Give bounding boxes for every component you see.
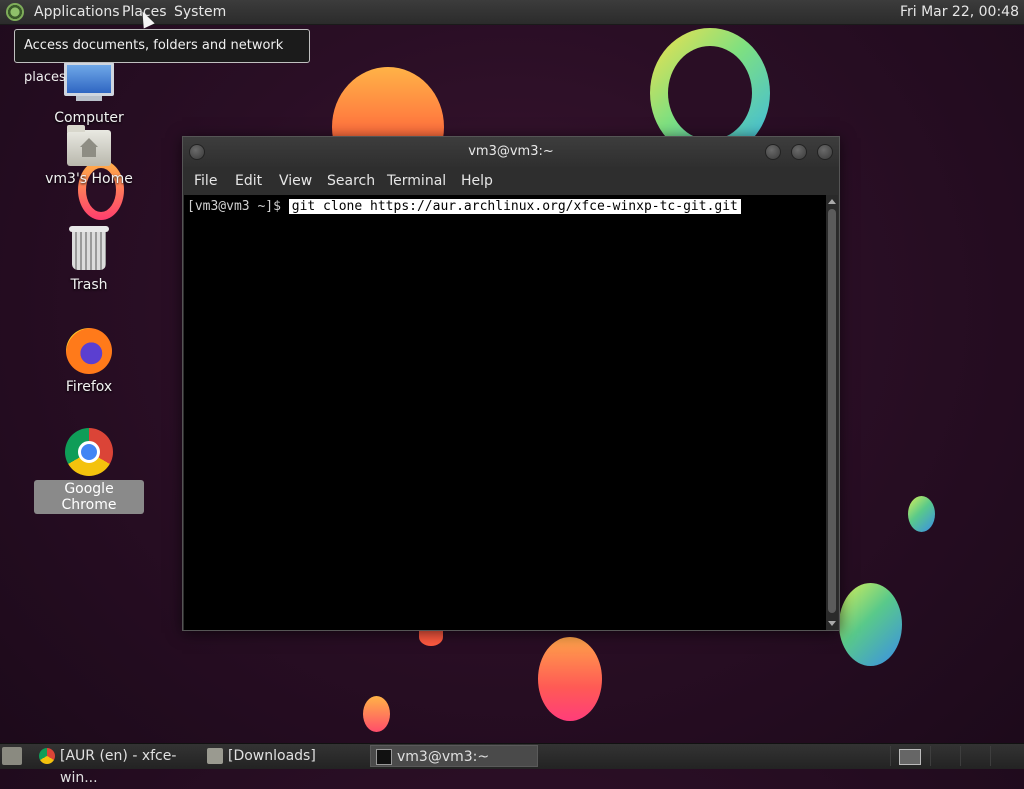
terminal-scrollbar[interactable] <box>826 195 838 630</box>
scroll-up-arrow-icon[interactable] <box>828 199 836 204</box>
scroll-thumb[interactable] <box>828 209 836 613</box>
menu-terminal[interactable]: Terminal <box>387 173 446 189</box>
window-menu-button[interactable] <box>189 144 205 160</box>
terminal-window[interactable]: vm3@vm3:~ File Edit View Search Terminal… <box>182 136 840 631</box>
menu-system[interactable]: System <box>174 4 226 20</box>
taskbar-item-chrome[interactable]: [AUR (en) - xfce-win... <box>34 745 199 786</box>
folder-icon <box>207 748 223 764</box>
workspace-slot[interactable] <box>930 746 961 766</box>
menu-applications[interactable]: Applications <box>34 4 120 20</box>
taskbar-item-label: vm3@vm3:~ <box>397 749 490 765</box>
taskbar-item-label: [Downloads] <box>228 748 316 764</box>
chrome-icon <box>65 428 113 476</box>
workspace-slot[interactable] <box>960 746 991 766</box>
terminal-line: [vm3@vm3 ~]$ git clone https://aur.archl… <box>187 199 741 214</box>
taskbar-item-label: [AUR (en) - xfce-win... <box>60 748 177 786</box>
menu-search[interactable]: Search <box>327 173 375 189</box>
terminal-menubar: File Edit View Search Terminal Help <box>183 167 839 195</box>
chrome-icon <box>39 748 55 764</box>
shell-prompt: [vm3@vm3 ~]$ <box>187 199 289 214</box>
menu-edit[interactable]: Edit <box>235 173 262 189</box>
workspace-switcher[interactable] <box>899 749 921 765</box>
clock[interactable]: Fri Mar 22, 00:48 <box>900 4 1019 20</box>
menu-help[interactable]: Help <box>461 173 493 189</box>
close-button[interactable] <box>817 144 833 160</box>
trash-icon <box>69 226 109 270</box>
wallpaper-blob <box>538 637 602 721</box>
computer-icon <box>64 62 114 96</box>
desktop-icon-home[interactable]: vm3's Home <box>34 125 144 188</box>
terminal-output[interactable]: [vm3@vm3 ~]$ git clone https://aur.archl… <box>184 195 827 630</box>
menu-view[interactable]: View <box>279 173 312 189</box>
wallpaper-blob <box>839 583 902 666</box>
home-folder-icon <box>67 125 111 166</box>
minimize-button[interactable] <box>765 144 781 160</box>
desktop-icon-trash[interactable]: Trash <box>34 226 144 294</box>
taskbar-item-downloads[interactable]: [Downloads] <box>202 745 367 767</box>
maximize-button[interactable] <box>791 144 807 160</box>
window-title: vm3@vm3:~ <box>468 144 554 159</box>
distro-logo-icon[interactable] <box>6 3 24 21</box>
wallpaper-blob <box>363 696 390 732</box>
desktop-icon-firefox[interactable]: Firefox <box>34 326 144 396</box>
desktop-icon-label: Computer <box>54 110 124 126</box>
bottom-panel: [AUR (en) - xfce-win... [Downloads] vm3@… <box>0 743 1024 786</box>
desktop-icon-label: vm3's Home <box>45 171 133 187</box>
window-titlebar[interactable]: vm3@vm3:~ <box>183 137 839 167</box>
desktop-icon-label: Trash <box>70 277 108 293</box>
scroll-down-arrow-icon[interactable] <box>828 621 836 626</box>
desktop-icon-label: Google Chrome <box>34 480 144 514</box>
places-tooltip: Access documents, folders and network pl… <box>14 29 310 85</box>
wallpaper-blob <box>908 496 935 532</box>
desktop-icon-label: Firefox <box>65 379 113 395</box>
show-desktop-icon[interactable] <box>2 747 22 765</box>
desktop-icon-chrome[interactable]: Google Chrome <box>34 428 144 514</box>
workspace-slot[interactable] <box>990 746 1021 766</box>
firefox-icon <box>66 328 112 374</box>
selected-command[interactable]: git clone https://aur.archlinux.org/xfce… <box>288 199 741 214</box>
menu-file[interactable]: File <box>194 173 217 189</box>
taskbar-item-terminal[interactable]: vm3@vm3:~ <box>370 745 538 767</box>
terminal-icon <box>376 749 392 765</box>
